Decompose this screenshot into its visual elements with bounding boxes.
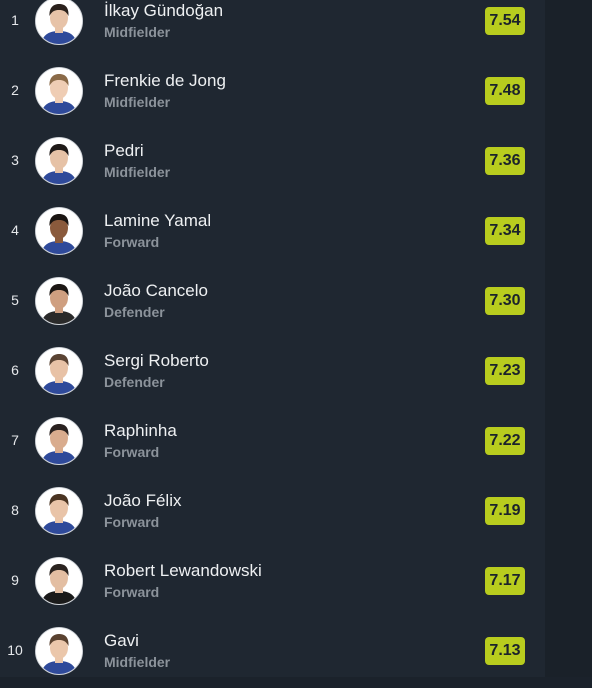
player-rating-badge: 7.22: [485, 427, 525, 455]
player-avatar[interactable]: [35, 137, 83, 185]
player-rank: 1: [11, 12, 19, 28]
player-rating-badge: 7.30: [485, 287, 525, 315]
player-position: Forward: [104, 514, 160, 530]
player-avatar[interactable]: [35, 627, 83, 675]
player-position: Forward: [104, 444, 160, 460]
player-name[interactable]: Gavi: [104, 631, 139, 651]
player-portrait-icon: [36, 68, 82, 114]
player-position: Defender: [104, 304, 165, 320]
player-rank: 7: [11, 432, 19, 448]
player-row[interactable]: 7 Raphinha Forward 7.22: [0, 408, 545, 478]
player-rating-badge: 7.19: [485, 497, 525, 525]
player-position: Defender: [104, 374, 165, 390]
player-row[interactable]: 5 João Cancelo Defender 7.30: [0, 268, 545, 338]
player-name[interactable]: Robert Lewandowski: [104, 561, 262, 581]
player-rating-badge: 7.48: [485, 77, 525, 105]
player-avatar[interactable]: [35, 277, 83, 325]
player-rank: 3: [11, 152, 19, 168]
player-portrait-icon: [36, 488, 82, 534]
player-rating-badge: 7.17: [485, 567, 525, 595]
player-rank: 8: [11, 502, 19, 518]
player-name[interactable]: Lamine Yamal: [104, 211, 211, 231]
player-portrait-icon: [36, 558, 82, 604]
right-side-panel: [545, 0, 592, 677]
player-portrait-icon: [36, 208, 82, 254]
player-avatar[interactable]: [35, 0, 83, 45]
player-rank: 9: [11, 572, 19, 588]
player-portrait-icon: [36, 278, 82, 324]
player-portrait-icon: [36, 348, 82, 394]
player-position: Midfielder: [104, 654, 171, 670]
player-position: Midfielder: [104, 94, 171, 110]
player-name[interactable]: İlkay Gündoğan: [104, 1, 223, 21]
player-rank: 2: [11, 82, 19, 98]
player-rank: 5: [11, 292, 19, 308]
player-portrait-icon: [36, 138, 82, 184]
player-name[interactable]: Pedri: [104, 141, 144, 161]
player-name[interactable]: Sergi Roberto: [104, 351, 209, 371]
player-row[interactable]: 9 Robert Lewandowski Forward 7.17: [0, 548, 545, 618]
player-avatar[interactable]: [35, 557, 83, 605]
player-ratings-list: 1 İlkay Gündoğan Midfielder 7.54 2 Frenk…: [0, 0, 545, 688]
player-name[interactable]: João Félix: [104, 491, 181, 511]
player-rank: 4: [11, 222, 19, 238]
player-name[interactable]: Raphinha: [104, 421, 177, 441]
player-portrait-icon: [36, 418, 82, 464]
player-avatar[interactable]: [35, 67, 83, 115]
player-name[interactable]: Frenkie de Jong: [104, 71, 226, 91]
player-rating-badge: 7.54: [485, 7, 525, 35]
player-row[interactable]: 2 Frenkie de Jong Midfielder 7.48: [0, 58, 545, 128]
player-name[interactable]: João Cancelo: [104, 281, 208, 301]
player-rating-badge: 7.23: [485, 357, 525, 385]
player-row[interactable]: 4 Lamine Yamal Forward 7.34: [0, 198, 545, 268]
player-rating-badge: 7.36: [485, 147, 525, 175]
player-row[interactable]: 6 Sergi Roberto Defender 7.23: [0, 338, 545, 408]
player-position: Forward: [104, 584, 160, 600]
player-row[interactable]: 3 Pedri Midfielder 7.36: [0, 128, 545, 198]
player-row[interactable]: 8 João Félix Forward 7.19: [0, 478, 545, 548]
player-portrait-icon: [36, 628, 82, 674]
player-position: Midfielder: [104, 164, 171, 180]
player-avatar[interactable]: [35, 417, 83, 465]
player-rating-badge: 7.13: [485, 637, 525, 665]
player-avatar[interactable]: [35, 207, 83, 255]
player-rank: 6: [11, 362, 19, 378]
player-row[interactable]: 10 Gavi Midfielder 7.13: [0, 618, 545, 688]
player-rank: 10: [7, 642, 23, 658]
player-row[interactable]: 1 İlkay Gündoğan Midfielder 7.54: [0, 0, 545, 58]
player-avatar[interactable]: [35, 347, 83, 395]
player-rating-badge: 7.34: [485, 217, 525, 245]
player-position: Forward: [104, 234, 160, 250]
player-position: Midfielder: [104, 24, 171, 40]
player-portrait-icon: [36, 0, 82, 44]
player-avatar[interactable]: [35, 487, 83, 535]
